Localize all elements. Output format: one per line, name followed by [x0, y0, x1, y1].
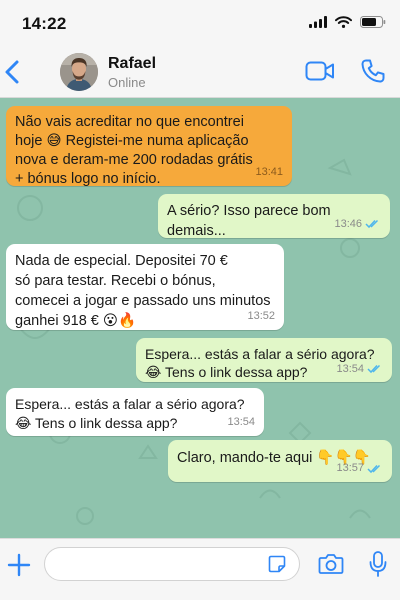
message-meta: 13:46: [334, 214, 381, 234]
message-text: Não vais acreditar no que encontrei hoje…: [15, 114, 253, 187]
message-meta: 13:41: [255, 163, 283, 182]
phone-icon: [361, 59, 385, 83]
message-time: 13:54: [336, 363, 364, 375]
message-time: 13:52: [247, 310, 275, 322]
video-call-button[interactable]: [305, 60, 335, 82]
signal-icon: [309, 16, 327, 28]
double-check-icon: [367, 364, 381, 374]
message-meta: 13:57: [336, 459, 383, 478]
chevron-left-icon: [5, 60, 19, 84]
attach-button[interactable]: [6, 552, 32, 578]
message-input[interactable]: [44, 547, 300, 581]
status-bar: 14:22: [0, 0, 400, 46]
message-bubble-incoming[interactable]: Espera... estás a falar a sério agora? 😂…: [6, 388, 264, 436]
contact-status: Online: [108, 75, 146, 90]
avatar-image: [60, 53, 98, 91]
message-time: 13:41: [255, 166, 283, 178]
status-time: 14:22: [22, 14, 67, 33]
message-bubble-incoming[interactable]: Não vais acreditar no que encontrei hoje…: [6, 106, 292, 187]
wifi-icon: [335, 16, 352, 28]
microphone-button[interactable]: [368, 550, 388, 578]
message-time: 13:57: [336, 462, 364, 474]
voice-call-button[interactable]: [360, 58, 386, 84]
contact-name[interactable]: Rafael: [108, 55, 156, 73]
sticker-icon: [268, 555, 286, 573]
message-meta: 13:54: [227, 413, 255, 432]
message-bubble-outgoing[interactable]: Claro, mando-te aqui 👇👇👇 13:57: [168, 440, 392, 482]
message-time: 13:46: [334, 218, 362, 230]
camera-button[interactable]: [318, 553, 344, 575]
double-check-icon: [365, 219, 379, 229]
message-bubble-outgoing[interactable]: Espera... estás a falar a sério agora? 😂…: [136, 338, 392, 382]
chat-header: Rafael Online: [0, 46, 400, 98]
plus-icon: [7, 553, 31, 577]
status-icons: [309, 16, 386, 28]
chat-area[interactable]: Não vais acreditar no que encontrei hoje…: [0, 98, 400, 538]
camera-icon: [318, 554, 344, 574]
battery-icon: [360, 16, 386, 28]
back-button[interactable]: [2, 56, 24, 88]
video-camera-icon: [305, 61, 334, 81]
avatar[interactable]: [60, 53, 98, 91]
message-bubble-incoming[interactable]: Nada de especial. Depositei 70 € só para…: [6, 244, 284, 330]
sticker-button[interactable]: [268, 555, 286, 573]
message-time: 13:54: [227, 416, 255, 428]
message-meta: 13:52: [247, 306, 275, 326]
message-bubble-outgoing[interactable]: A sério? Isso parece bom demais... 13:46: [158, 194, 390, 239]
message-meta: 13:54: [336, 360, 383, 378]
composer-bar: [0, 538, 400, 600]
double-check-icon: [367, 464, 381, 473]
microphone-icon: [369, 551, 387, 577]
message-text: Nada de especial. Depositei 70 € só para…: [15, 253, 271, 329]
message-text: Espera... estás a falar a sério agora? 😂…: [15, 396, 245, 431]
